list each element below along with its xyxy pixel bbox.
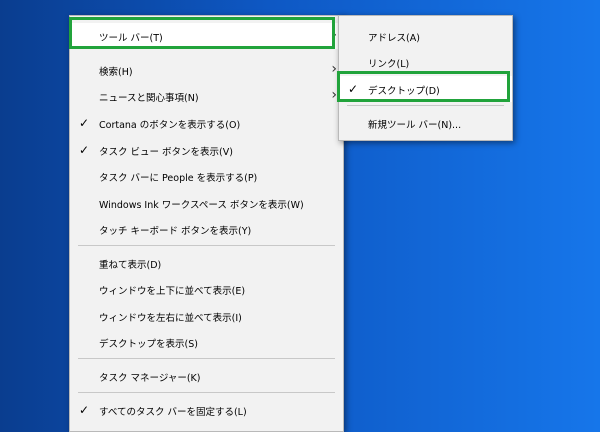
menu-item-search[interactable]: 検索(H) › [70,57,343,83]
menu-item-ink[interactable]: Windows Ink ワークスペース ボタンを表示(W) [70,190,343,216]
menu-item-label: リンク(L) [368,59,410,70]
check-icon: ✓ [79,116,90,130]
menu-separator [78,392,335,393]
highlight-desktop [337,71,510,102]
menu-separator [347,105,504,106]
menu-item-label: Cortana のボタンを表示する(O) [99,120,241,131]
menu-item-label: Windows Ink ワークスペース ボタンを表示(W) [99,200,304,211]
menu-item-label: ウィンドウを左右に並べて表示(I) [99,313,242,324]
menu-item-cascade[interactable]: 重ねて表示(D) [70,250,343,276]
taskbar-context-menu: ツール バー(T) › 検索(H) › ニュースと関心事項(N) › ✓ Cor… [69,15,344,432]
highlight-toolbars [69,17,335,49]
menu-item-label: 新規ツール バー(N)... [368,120,462,131]
menu-item-label: アドレス(A) [368,33,420,44]
menu-item-label: タスク ビュー ボタンを表示(V) [99,147,233,158]
menu-item-label: すべてのタスク バーを固定する(L) [99,407,247,418]
menu-separator [78,245,335,246]
menu-item-label: ニュースと関心事項(N) [99,93,199,104]
menu-item-touch-keyboard[interactable]: タッチ キーボード ボタンを表示(Y) [70,216,343,242]
menu-item-task-view[interactable]: ✓ タスク ビュー ボタンを表示(V) [70,137,343,163]
submenu-item-address[interactable]: アドレス(A) [339,23,512,49]
menu-item-label: タッチ キーボード ボタンを表示(Y) [99,226,252,237]
menu-item-side-by-side[interactable]: ウィンドウを左右に並べて表示(I) [70,303,343,329]
menu-item-label: デスクトップを表示(S) [99,339,198,350]
menu-item-label: タスク バーに People を表示する(P) [99,173,258,184]
menu-item-label: 検索(H) [99,67,133,78]
menu-item-label: ウィンドウを上下に並べて表示(E) [99,286,246,297]
submenu-item-new-toolbar[interactable]: 新規ツール バー(N)... [339,110,512,136]
menu-item-cortana[interactable]: ✓ Cortana のボタンを表示する(O) [70,110,343,136]
menu-item-news[interactable]: ニュースと関心事項(N) › [70,83,343,109]
check-icon: ✓ [79,143,90,157]
menu-item-stack[interactable]: ウィンドウを上下に並べて表示(E) [70,276,343,302]
menu-item-show-desktop[interactable]: デスクトップを表示(S) [70,329,343,355]
menu-item-task-manager[interactable]: タスク マネージャー(K) [70,363,343,389]
menu-separator [78,358,335,359]
check-icon: ✓ [79,403,90,417]
menu-item-people[interactable]: タスク バーに People を表示する(P) [70,163,343,189]
menu-item-label: 重ねて表示(D) [99,260,162,271]
menu-item-lock-taskbar[interactable]: ✓ すべてのタスク バーを固定する(L) [70,397,343,423]
menu-item-label: タスク マネージャー(K) [99,373,201,384]
